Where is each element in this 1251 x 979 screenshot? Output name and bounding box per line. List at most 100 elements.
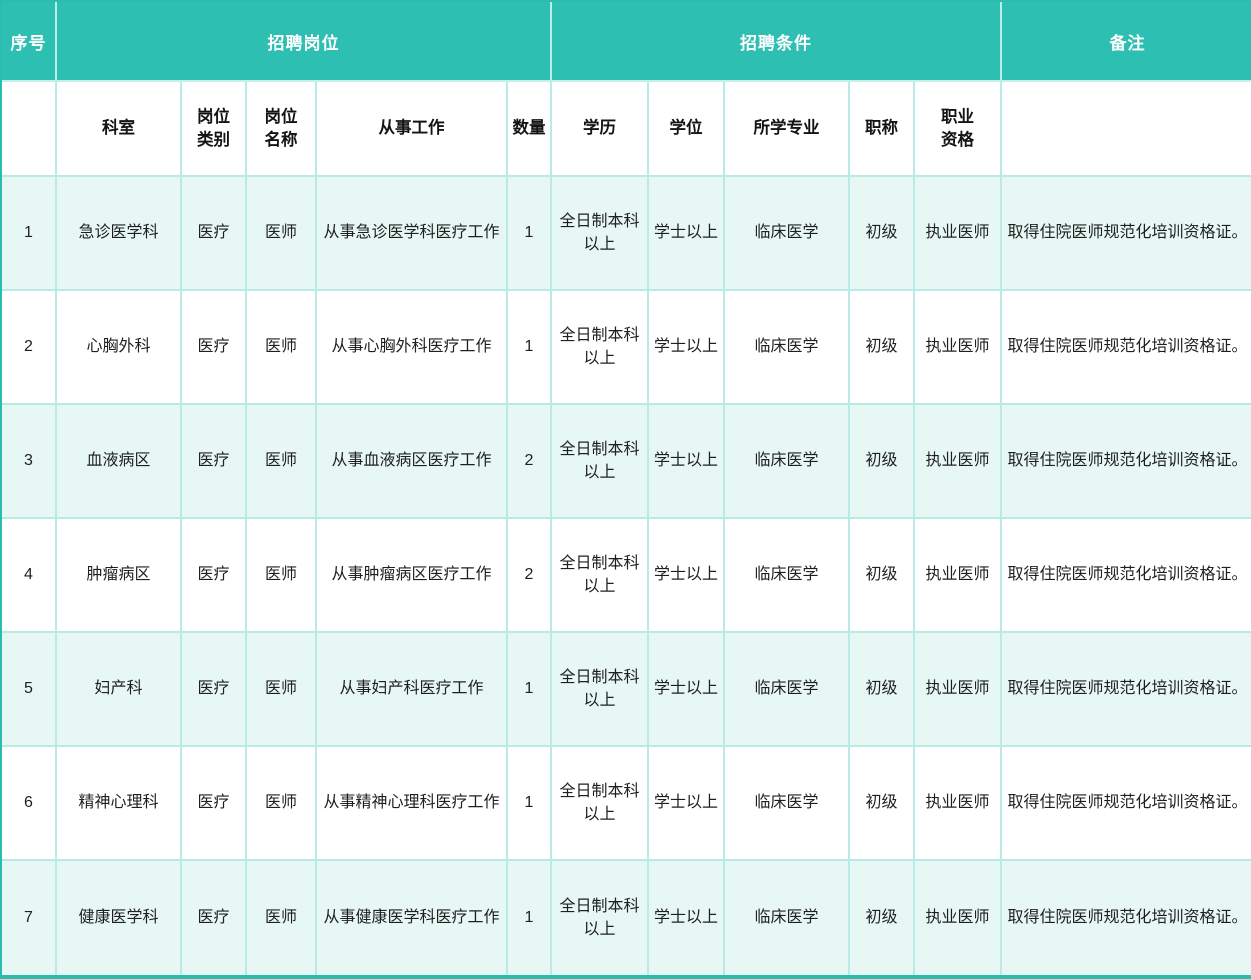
cell-dept: 健康医学科 [57, 861, 182, 975]
table-row: 1急诊医学科医疗医师从事急诊医学科医疗工作1全日制本科以上学士以上临床医学初级执… [2, 177, 1251, 291]
col-header-major: 所学专业 [725, 82, 850, 177]
cell-degree: 学士以上 [649, 519, 725, 633]
cell-edu: 全日制本科以上 [552, 861, 649, 975]
education-text: 全日制本科以上 [556, 324, 643, 370]
cell-no: 6 [2, 747, 57, 861]
table-body: 1急诊医学科医疗医师从事急诊医学科医疗工作1全日制本科以上学士以上临床医学初级执… [2, 177, 1251, 975]
col-header-rank: 职称 [850, 82, 915, 177]
cell-major: 临床医学 [725, 633, 850, 747]
cell-remark: 取得住院医师规范化培训资格证。 [1002, 291, 1251, 405]
cell-rank: 初级 [850, 861, 915, 975]
header-group-positions: 招聘岗位 [57, 2, 552, 82]
education-text: 全日制本科以上 [556, 895, 643, 941]
cell-edu: 全日制本科以上 [552, 519, 649, 633]
col-header-degree: 学位 [649, 82, 725, 177]
cell-category: 医疗 [182, 405, 247, 519]
cell-major: 临床医学 [725, 747, 850, 861]
cell-title: 医师 [247, 177, 317, 291]
cell-degree: 学士以上 [649, 291, 725, 405]
cell-no: 3 [2, 405, 57, 519]
cell-edu: 全日制本科以上 [552, 405, 649, 519]
cell-count: 1 [508, 747, 552, 861]
cell-no: 7 [2, 861, 57, 975]
cell-no: 4 [2, 519, 57, 633]
cell-dept: 心胸外科 [57, 291, 182, 405]
cell-work: 从事精神心理科医疗工作 [317, 747, 508, 861]
cell-cert: 执业医师 [915, 747, 1002, 861]
cell-count: 2 [508, 519, 552, 633]
cell-major: 临床医学 [725, 177, 850, 291]
cell-cert: 执业医师 [915, 861, 1002, 975]
cell-category: 医疗 [182, 747, 247, 861]
col-header-qualification: 职业资格 [915, 82, 1002, 177]
table-header: 序号 招聘岗位 招聘条件 备注 科室 岗位类别 岗位名称 从事工作 数量 学历 … [2, 2, 1251, 177]
cell-remark: 取得住院医师规范化培训资格证。 [1002, 861, 1251, 975]
cell-degree: 学士以上 [649, 633, 725, 747]
cell-dept: 肿瘤病区 [57, 519, 182, 633]
cell-count: 1 [508, 177, 552, 291]
cell-category: 医疗 [182, 291, 247, 405]
cell-category: 医疗 [182, 861, 247, 975]
cell-cert: 执业医师 [915, 177, 1002, 291]
cell-work: 从事健康医学科医疗工作 [317, 861, 508, 975]
cell-edu: 全日制本科以上 [552, 177, 649, 291]
col-header-post-category: 岗位类别 [182, 82, 247, 177]
cell-no: 5 [2, 633, 57, 747]
col-header-count: 数量 [508, 82, 552, 177]
cell-work: 从事心胸外科医疗工作 [317, 291, 508, 405]
cell-cert: 执业医师 [915, 633, 1002, 747]
cell-dept: 妇产科 [57, 633, 182, 747]
col-header-work: 从事工作 [317, 82, 508, 177]
table-row: 4肿瘤病区医疗医师从事肿瘤病区医疗工作2全日制本科以上学士以上临床医学初级执业医… [2, 519, 1251, 633]
cell-degree: 学士以上 [649, 861, 725, 975]
cell-degree: 学士以上 [649, 747, 725, 861]
recruitment-table: 序号 招聘岗位 招聘条件 备注 科室 岗位类别 岗位名称 从事工作 数量 学历 … [0, 0, 1251, 979]
header-serial: 序号 [2, 2, 57, 82]
cell-no: 2 [2, 291, 57, 405]
cell-major: 临床医学 [725, 405, 850, 519]
cell-dept: 急诊医学科 [57, 177, 182, 291]
cell-category: 医疗 [182, 633, 247, 747]
cell-count: 1 [508, 633, 552, 747]
cell-title: 医师 [247, 519, 317, 633]
table-row: 7健康医学科医疗医师从事健康医学科医疗工作1全日制本科以上学士以上临床医学初级执… [2, 861, 1251, 975]
header-columns-row: 科室 岗位类别 岗位名称 从事工作 数量 学历 学位 所学专业 职称 职业资格 [2, 82, 1251, 177]
cell-cert: 执业医师 [915, 519, 1002, 633]
cell-degree: 学士以上 [649, 177, 725, 291]
cell-rank: 初级 [850, 633, 915, 747]
cell-work: 从事妇产科医疗工作 [317, 633, 508, 747]
col-header-education: 学历 [552, 82, 649, 177]
cell-title: 医师 [247, 291, 317, 405]
cell-rank: 初级 [850, 291, 915, 405]
cell-remark: 取得住院医师规范化培训资格证。 [1002, 633, 1251, 747]
col-header-department: 科室 [57, 82, 182, 177]
cell-major: 临床医学 [725, 519, 850, 633]
table-row: 5妇产科医疗医师从事妇产科医疗工作1全日制本科以上学士以上临床医学初级执业医师取… [2, 633, 1251, 747]
col-header-post-name: 岗位名称 [247, 82, 317, 177]
cell-title: 医师 [247, 405, 317, 519]
cell-remark: 取得住院医师规范化培训资格证。 [1002, 177, 1251, 291]
cell-title: 医师 [247, 747, 317, 861]
cell-rank: 初级 [850, 519, 915, 633]
cell-cert: 执业医师 [915, 291, 1002, 405]
cell-remark: 取得住院医师规范化培训资格证。 [1002, 747, 1251, 861]
cell-rank: 初级 [850, 177, 915, 291]
cell-edu: 全日制本科以上 [552, 291, 649, 405]
cell-category: 医疗 [182, 519, 247, 633]
cell-dept: 血液病区 [57, 405, 182, 519]
header-group-conditions: 招聘条件 [552, 2, 1002, 82]
header-group-row: 序号 招聘岗位 招聘条件 备注 [2, 2, 1251, 82]
cell-major: 临床医学 [725, 861, 850, 975]
cell-degree: 学士以上 [649, 405, 725, 519]
cell-remark: 取得住院医师规范化培训资格证。 [1002, 519, 1251, 633]
cell-major: 临床医学 [725, 291, 850, 405]
cell-rank: 初级 [850, 747, 915, 861]
cell-dept: 精神心理科 [57, 747, 182, 861]
cell-no: 1 [2, 177, 57, 291]
cell-count: 1 [508, 291, 552, 405]
education-text: 全日制本科以上 [556, 210, 643, 256]
cell-edu: 全日制本科以上 [552, 747, 649, 861]
col-header-empty-left [2, 82, 57, 177]
education-text: 全日制本科以上 [556, 438, 643, 484]
education-text: 全日制本科以上 [556, 552, 643, 598]
